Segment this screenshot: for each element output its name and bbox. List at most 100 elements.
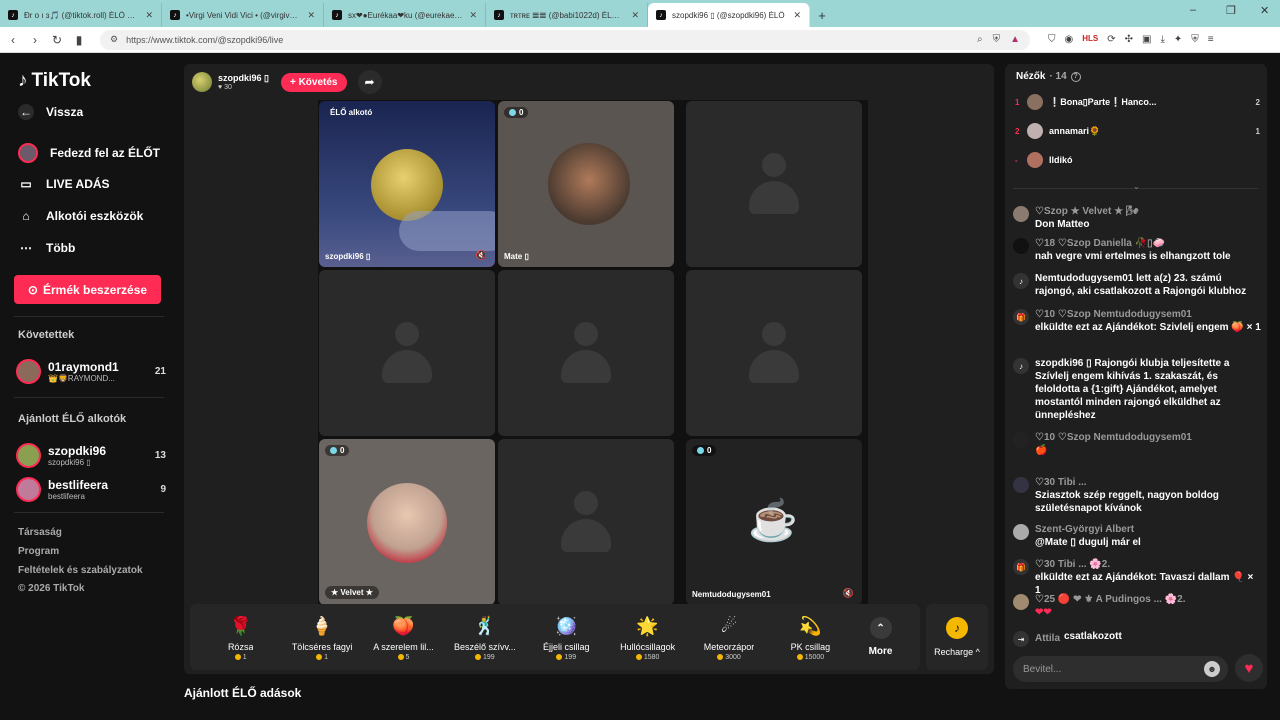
person-placeholder-icon [382, 322, 432, 384]
site-settings-icon[interactable]: ⚙ [110, 34, 118, 45]
recommended-creator[interactable]: szopdki96 szopdki96 ▯ 13 [16, 440, 166, 470]
gift-item[interactable]: 🍦 Tölcséres fagyi 1 [281, 614, 362, 661]
following-account[interactable]: 01raymond1 👑🦁RAYMOND... 21 [16, 356, 166, 386]
gift-item[interactable]: ☄ Meteorzápor 3000 [688, 614, 769, 661]
maximize-button[interactable]: ❐ [1226, 4, 1236, 17]
bookmark-icon[interactable]: ▮ [72, 33, 86, 47]
back-link[interactable]: ← Vissza [18, 104, 83, 120]
close-icon[interactable]: ✕ [307, 10, 315, 21]
chat-join-message: ⇥ Attila csatlakozott [1013, 630, 1261, 647]
extension-icon[interactable]: ⛉ [1048, 34, 1056, 45]
address-bar[interactable]: ⚙ https://www.tiktok.com/@szopdki96/live… [100, 29, 1030, 50]
viewer-row[interactable]: 2 annamari🌻 1 [1015, 122, 1260, 140]
coin-icon: ⊙ [27, 282, 38, 297]
footer-link-company[interactable]: Társaság [18, 527, 62, 538]
gift-icon: 🕺 [473, 616, 497, 636]
follow-button[interactable]: + Követés [280, 72, 347, 92]
gift-item[interactable]: 💫 PK csillag 15000 [770, 614, 851, 661]
empty-guest-slot[interactable] [498, 270, 674, 436]
footer-link-terms[interactable]: Feltételek és szabályzatok [18, 565, 143, 576]
empty-guest-slot[interactable] [498, 439, 674, 605]
zoom-icon[interactable]: ⌕ [977, 34, 983, 45]
minimize-button[interactable]: – [1190, 4, 1196, 16]
extension-icon[interactable]: ◉ [1065, 34, 1074, 45]
guest-video-cell[interactable]: 0 Mate ▯ [498, 101, 674, 267]
shield-icon[interactable]: ⛨ [993, 34, 1001, 45]
emoji-icon[interactable]: ☻ [1204, 661, 1220, 677]
sidebar-item-explore-live[interactable]: Fedezd fel az ÉLŐT [18, 143, 160, 163]
chevron-down-icon[interactable]: ⌄ [1133, 182, 1140, 191]
browser-tab[interactable]: ♪ •Virgi Veni Vidi Vici • (@virgivenivid ✕ [162, 3, 324, 27]
download-icon[interactable]: ⤓ [1160, 34, 1164, 45]
avatar [548, 143, 630, 225]
extension-icon[interactable]: HLS [1082, 34, 1098, 45]
gift-item[interactable]: 🕺 Beszélő szívv... 199 [444, 614, 525, 661]
gift-item[interactable]: 🌟 Hullócsillagok 1580 [607, 614, 688, 661]
empty-guest-slot[interactable] [686, 101, 862, 267]
tiktok-note-icon: ♪ [18, 70, 28, 91]
recharge-button[interactable]: ♪ Recharge ^ [926, 604, 988, 670]
divider [14, 512, 164, 513]
close-icon[interactable]: ✕ [631, 10, 639, 21]
viewer-row[interactable]: 1 ❕Bona▯Parte❕Hanco... 2 [1015, 93, 1260, 111]
gift-item[interactable]: 🍑 A szerelem lil... 5 [363, 614, 444, 661]
close-icon[interactable]: ✕ [793, 10, 801, 21]
copyright-text: © 2026 TikTok [18, 583, 85, 594]
host-name[interactable]: szopdki96 ▯ [218, 73, 269, 84]
new-tab-button[interactable]: + [810, 3, 834, 27]
footer-link-program[interactable]: Program [18, 546, 59, 557]
close-icon[interactable]: ✕ [145, 10, 153, 21]
menu-icon[interactable]: ≡ [1208, 34, 1214, 45]
cell-name: Mate ▯ [504, 252, 529, 261]
gem-icon [330, 447, 337, 454]
gift-item[interactable]: 🌹 Rózsa 1 [200, 614, 281, 661]
gift-icon: 🎁 [1013, 559, 1029, 575]
puzzle-icon[interactable]: ✣ [1125, 34, 1133, 45]
cell-name: szopdki96 ▯ [325, 252, 371, 261]
help-icon[interactable]: ? [1070, 71, 1081, 82]
host-likes: ♥ 30 [218, 84, 232, 91]
close-icon[interactable]: ✕ [469, 10, 477, 21]
avatar [1027, 123, 1043, 139]
viewer-row[interactable]: - Ildikó [1015, 151, 1260, 169]
coin-icon [234, 654, 241, 660]
empty-guest-slot[interactable] [686, 270, 862, 436]
host-avatar[interactable] [192, 72, 212, 92]
extension-icon[interactable]: ✦ [1174, 34, 1182, 45]
browser-tab[interactable]: ♪ Đr o ı ɜ🎵 (@tiktok.roll) ÉLŐ adá ✕ [0, 3, 162, 27]
browser-tab[interactable]: ♪ᴛʀᴛʀᴇ 𝌆𝌆 (@babi1022d) ÉLŐ adásba✕ [486, 3, 648, 27]
forward-arrow-icon[interactable]: › [28, 33, 42, 47]
guest-video-cell[interactable]: 0 ☕ Nemtudodugysem01 🔇 [686, 439, 862, 605]
get-coins-button[interactable]: ⊙ Érmék beszerzése [14, 275, 161, 304]
shield-icon[interactable]: ⛨ [1191, 34, 1199, 45]
warning-triangle-icon[interactable]: ▲ [1010, 34, 1020, 45]
sidebar-item-creator-tools[interactable]: ⌂ Alkotói eszközök [18, 208, 143, 224]
browser-tab-active[interactable]: ♪ szopdki96 ▯ (@szopdki96) ÉLŐ ✕ [648, 3, 810, 27]
following-heading: Követettek [18, 329, 75, 341]
url-text[interactable]: https://www.tiktok.com/@szopdki96/live [126, 35, 283, 45]
guest-video-cell[interactable]: 0 ★ Velvet ★ [319, 439, 495, 605]
host-video-cell[interactable]: ÉLŐ alkotó szopdki96 ▯ 🔇 [319, 101, 495, 267]
coin-icon [717, 654, 724, 660]
sidebar-item-live[interactable]: ▭ LIVE ADÁS [18, 176, 109, 192]
reload-icon[interactable]: ↻ [50, 33, 64, 47]
browser-tab[interactable]: ♪ sx❤●Eurékaa❤ku (@eurekaeurek ✕ [324, 3, 486, 27]
recommended-creator[interactable]: bestlifeera bestlifeera 9 [16, 474, 166, 504]
extension-icon[interactable]: ⟳ [1107, 34, 1115, 45]
heart-icon[interactable]: ♥ [1235, 654, 1263, 682]
empty-guest-slot[interactable] [319, 270, 495, 436]
tiktok-logo[interactable]: ♪ TikTok [18, 70, 91, 92]
sidebar-item-more[interactable]: ⋯ Több [18, 240, 75, 256]
window-close-button[interactable]: ✕ [1260, 4, 1269, 17]
back-arrow-icon[interactable]: ‹ [6, 33, 20, 47]
viewers-heading: Nézők · 14? [1016, 71, 1081, 82]
live-avatar-icon [18, 143, 38, 163]
sidebar-toggle-icon[interactable]: ▣ [1142, 34, 1151, 45]
avatar [1013, 238, 1029, 254]
chat-message: ♡10 ♡Szop Nemtudodugysem01 🍎 [1013, 431, 1261, 457]
gift-item[interactable]: 🪩 Éjjeli csillag 199 [526, 614, 607, 661]
divider [14, 316, 164, 317]
share-icon[interactable]: ➦ [357, 70, 382, 94]
more-gifts-button[interactable]: ⌃ More [851, 617, 910, 657]
chat-input[interactable]: Bevitel... [1013, 656, 1228, 682]
